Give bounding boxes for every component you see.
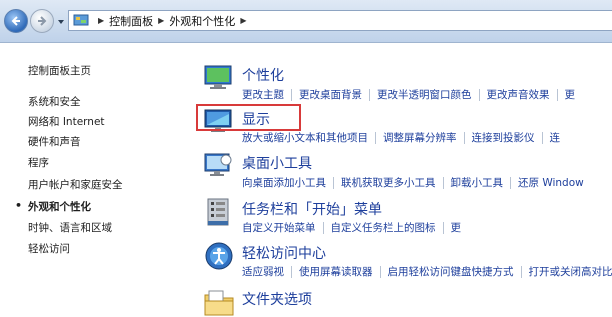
address-bar-region: ▶ 控制面板 ▶ 外观和个性化 ▶ [0, 0, 612, 43]
ease-of-access-links: 适应弱视 使用屏幕读取器 启用轻松访问键盘快捷方式 打开或关闭高对比度 [242, 264, 612, 279]
link-screen-reader[interactable]: 使用屏幕读取器 [299, 266, 373, 278]
link-uninstall-gadget[interactable]: 卸载小工具 [451, 177, 504, 189]
chevron-right-icon[interactable]: ▶ [240, 16, 246, 25]
personalization-icon [202, 63, 236, 93]
control-panel-icon [73, 14, 89, 28]
category-ease-of-access-title[interactable]: 轻松访问中心 [242, 243, 326, 263]
personalization-links: 更改主题 更改桌面背景 更改半透明窗口颜色 更改声音效果 更 [242, 87, 575, 102]
link-customize-taskbar-icons[interactable]: 自定义任务栏上的图标 [331, 222, 436, 234]
back-button[interactable] [4, 9, 28, 33]
sidebar-item-system-security[interactable]: 系统和安全 [28, 94, 81, 109]
link-get-more-gadgets[interactable]: 联机获取更多小工具 [341, 177, 436, 189]
sidebar-item-user-accounts[interactable]: 用户帐户和家庭安全 [28, 177, 123, 192]
taskbar-links: 自定义开始菜单 自定义任务栏上的图标 更 [242, 220, 461, 235]
arrow-left-icon [10, 15, 22, 27]
link-zoom-text[interactable]: 放大或缩小文本和其他项目 [242, 132, 368, 144]
link-customize-start-menu[interactable]: 自定义开始菜单 [242, 222, 316, 234]
link-connect-projector[interactable]: 连接到投影仪 [472, 132, 535, 144]
divider [291, 89, 292, 101]
sidebar-item-appearance[interactable]: 外观和个性化 [28, 199, 91, 214]
category-gadgets-title[interactable]: 桌面小工具 [242, 153, 312, 173]
sidebar-item-home[interactable]: 控制面板主页 [28, 63, 91, 78]
chevron-right-icon: ▶ [98, 16, 104, 25]
arrow-right-icon [36, 15, 48, 27]
divider [375, 132, 376, 144]
divider [333, 177, 334, 189]
link-restore-gadgets[interactable]: 还原 Window [518, 177, 584, 189]
divider [443, 177, 444, 189]
link-low-vision[interactable]: 适应弱视 [242, 266, 284, 278]
breadcrumb-appearance[interactable]: 外观和个性化 [169, 13, 235, 29]
folder-options-icon [202, 287, 236, 317]
link-keyboard-shortcuts[interactable]: 启用轻松访问键盘快捷方式 [388, 266, 514, 278]
forward-button[interactable] [30, 9, 54, 33]
divider [542, 132, 543, 144]
chevron-right-icon[interactable]: ▶ [158, 16, 164, 25]
link-change-window-color[interactable]: 更改半透明窗口颜色 [377, 89, 472, 101]
divider [464, 132, 465, 144]
divider [510, 177, 511, 189]
divider [521, 266, 522, 278]
sidebar-item-hardware-sound[interactable]: 硬件和声音 [28, 134, 81, 149]
category-taskbar-title[interactable]: 任务栏和「开始」菜单 [242, 199, 382, 219]
sidebar-item-network[interactable]: 网络和 Internet [28, 114, 105, 129]
current-item-bullet: • [15, 199, 22, 212]
link-more-personalization[interactable]: 更 [565, 89, 576, 101]
gadgets-links: 向桌面添加小工具 联机获取更多小工具 卸载小工具 还原 Window [242, 175, 584, 190]
link-change-desktop-background[interactable]: 更改桌面背景 [299, 89, 362, 101]
link-change-theme[interactable]: 更改主题 [242, 89, 284, 101]
sidebar-item-clock-language[interactable]: 时钟、语言和区域 [28, 220, 112, 235]
address-field[interactable]: ▶ 控制面板 ▶ 外观和个性化 ▶ [68, 10, 612, 31]
link-add-gadgets[interactable]: 向桌面添加小工具 [242, 177, 326, 189]
recent-pages-dropdown[interactable] [57, 18, 65, 26]
divider [369, 89, 370, 101]
divider [557, 89, 558, 101]
link-adjust-resolution[interactable]: 调整屏幕分辨率 [383, 132, 457, 144]
divider [291, 266, 292, 278]
link-more-display[interactable]: 连 [550, 132, 561, 144]
sidebar-item-programs[interactable]: 程序 [28, 155, 49, 170]
category-personalization-title[interactable]: 个性化 [242, 65, 284, 85]
sidebar-item-ease-of-access[interactable]: 轻松访问 [28, 241, 70, 256]
divider [323, 222, 324, 234]
link-change-sound-effects[interactable]: 更改声音效果 [487, 89, 550, 101]
link-high-contrast[interactable]: 打开或关闭高对比度 [529, 266, 612, 278]
divider [443, 222, 444, 234]
main-content: 个性化 更改主题更改桌面背景更改半透明窗口颜色更改声音效果更 显示 放大或缩小文… [178, 43, 612, 308]
category-display-title[interactable]: 显示 [242, 109, 270, 129]
ease-of-access-icon [202, 241, 236, 271]
link-more-taskbar[interactable]: 更 [451, 222, 462, 234]
taskbar-icon [202, 197, 236, 227]
divider [380, 266, 381, 278]
category-folder-options-title[interactable]: 文件夹选项 [242, 289, 312, 309]
display-links: 放大或缩小文本和其他项目 调整屏幕分辨率 连接到投影仪 连 [242, 130, 560, 145]
gadgets-icon [202, 150, 236, 180]
breadcrumb-control-panel[interactable]: 控制面板 [109, 13, 153, 29]
left-navigation-pane: 控制面板主页 系统和安全 网络和 Internet 硬件和声音 程序 用户帐户和… [0, 43, 178, 308]
divider [479, 89, 480, 101]
